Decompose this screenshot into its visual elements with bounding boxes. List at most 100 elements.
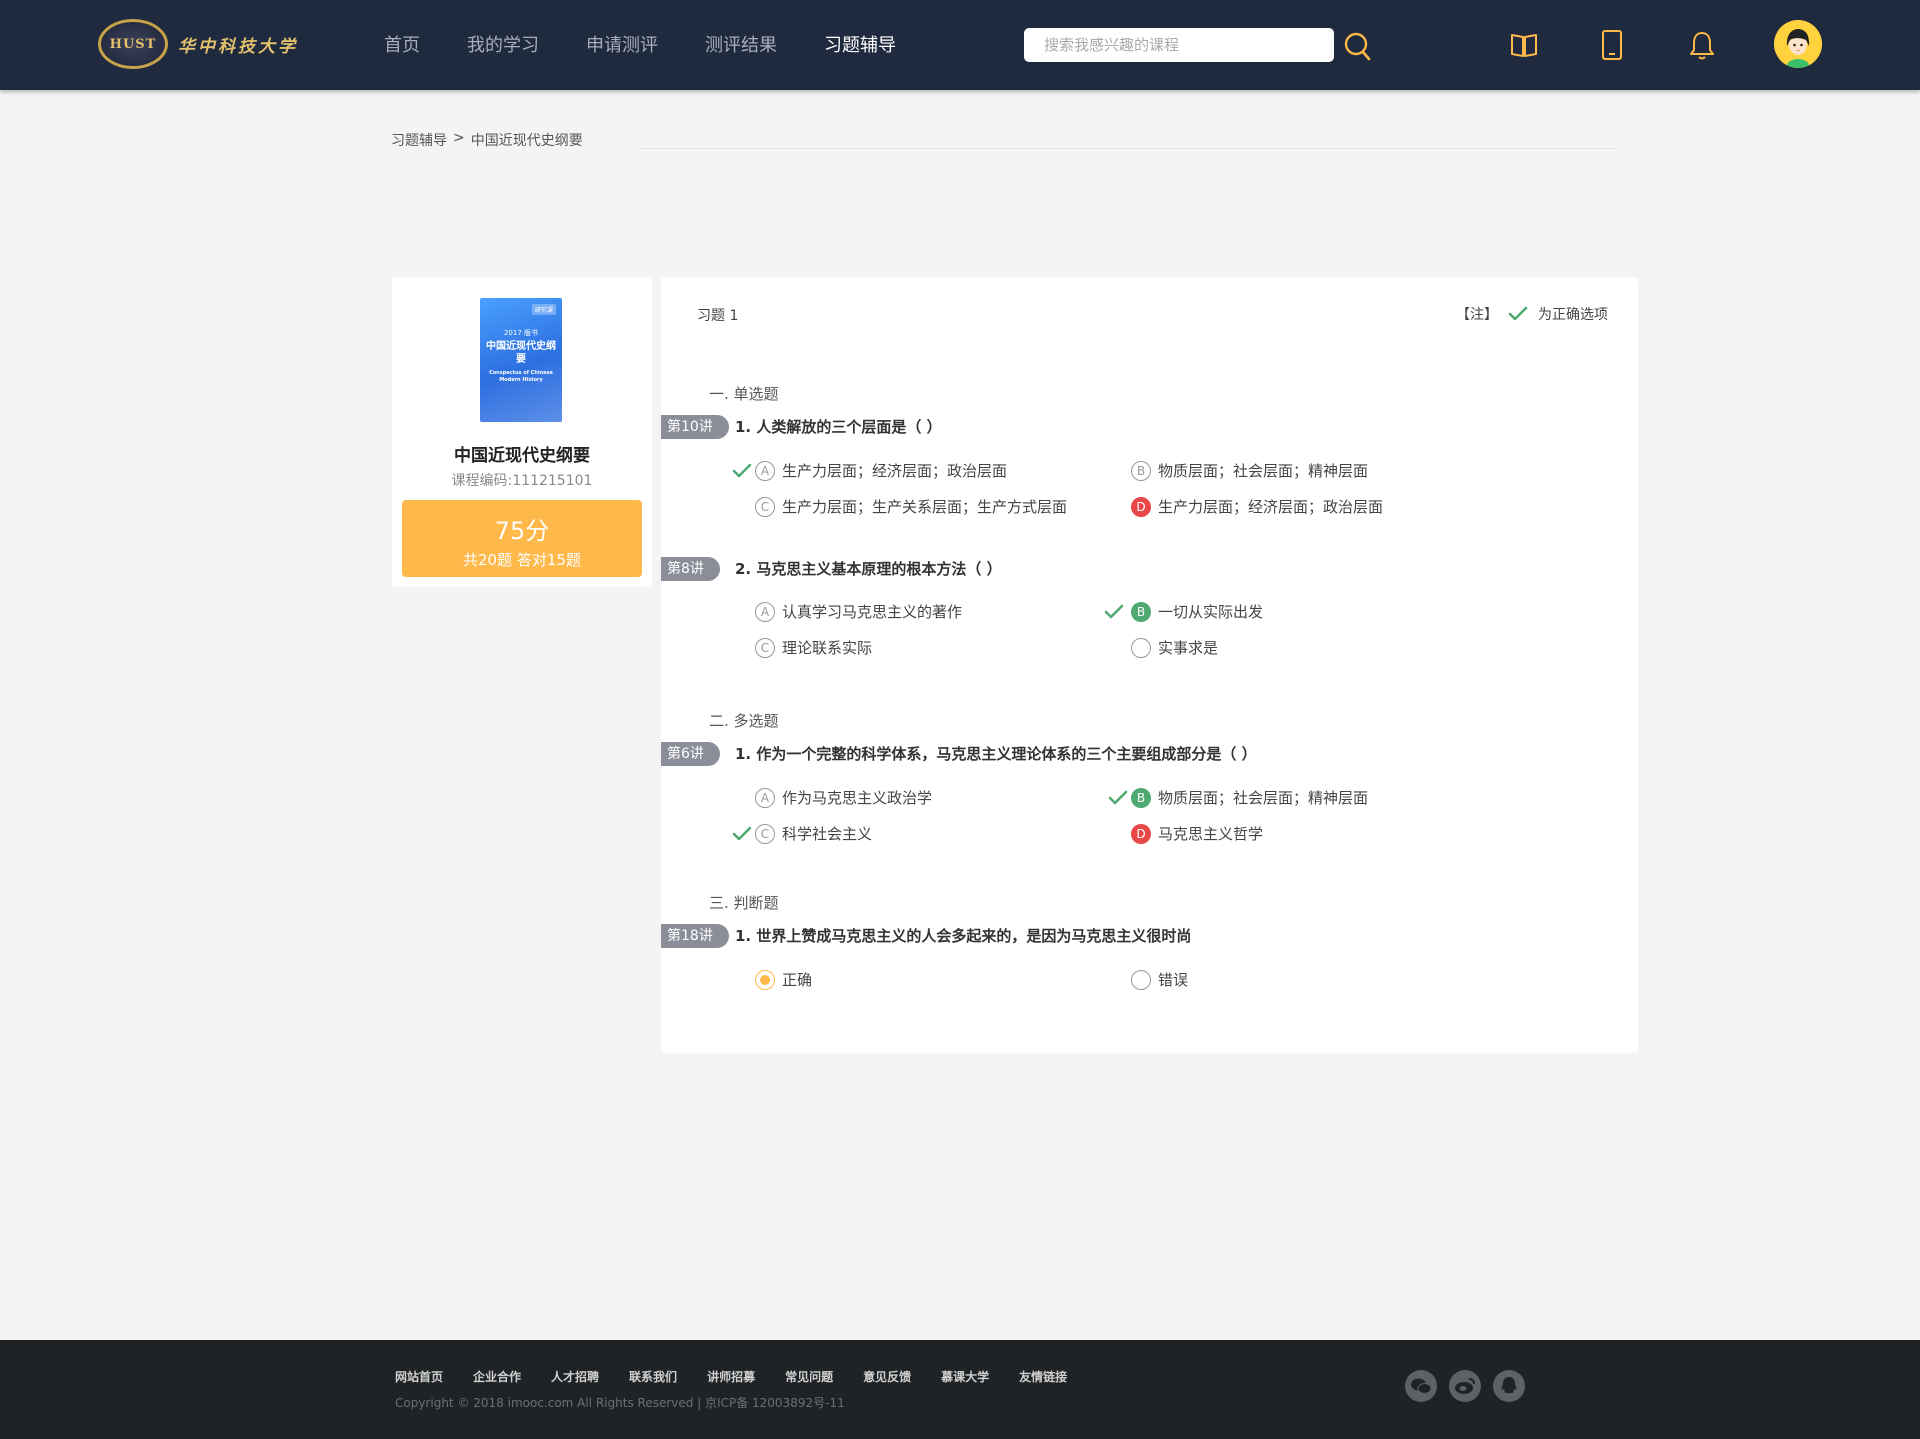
course-summary-card: 研究课 2017 版书 中国近现代史纲要 Conspectus of Chine… — [392, 277, 652, 587]
nav-item-home[interactable]: 首页 — [384, 31, 420, 57]
course-code: 课程编码:111215101 — [451, 473, 593, 489]
footer-link-contact[interactable]: 联系我们 — [629, 1368, 677, 1385]
qq-icon[interactable] — [1493, 1370, 1525, 1402]
question-text: 1. 人类解放的三个层面是（ ） — [735, 418, 942, 436]
nav-item-exercise-tutoring[interactable]: 习题辅导 — [824, 31, 896, 57]
option-b-selected-correct[interactable]: B 物质层面；社会层面；精神层面 — [1131, 787, 1368, 808]
option-b-selected-correct[interactable]: B 一切从实际出发 — [1131, 601, 1263, 622]
quiz-panel: 习题 1 【注】 为正确选项 一. 单选题 第10讲 1. 人类解放的三个层面是… — [661, 277, 1638, 1053]
option-letter-b: B — [1131, 787, 1151, 808]
option-a[interactable]: A 作为马克思主义政治学 — [755, 787, 932, 808]
section-title-true-false: 三. 判断题 — [709, 894, 779, 912]
breadcrumb: 习题辅导 > 中国近现代史纲要 — [391, 130, 583, 150]
option-d[interactable]: 实事求是 — [1131, 637, 1218, 658]
top-navbar: HUST 华中科技大学 首页 我的学习 申请测评 测评结果 习题辅导 — [0, 0, 1920, 90]
option-text: 理论联系实际 — [782, 639, 873, 657]
nav-item-assessment-results[interactable]: 测评结果 — [705, 31, 777, 57]
option-text: 错误 — [1158, 971, 1189, 989]
footer-link-feedback[interactable]: 意见反馈 — [863, 1368, 911, 1385]
legend-prefix: 【注】 — [1456, 307, 1498, 323]
nav-item-my-learning[interactable]: 我的学习 — [467, 31, 539, 57]
correct-checkmark-icon — [732, 463, 752, 478]
checkmark-icon — [1508, 306, 1528, 321]
option-letter-d: D — [1131, 496, 1151, 517]
lecture-tag: 第18讲 — [661, 924, 729, 948]
search-icon[interactable] — [1344, 31, 1372, 63]
score-summary: 75分 共20题 答对15题 — [402, 500, 642, 577]
option-letter-d — [1131, 637, 1151, 658]
footer-link-faq[interactable]: 常见问题 — [785, 1368, 833, 1385]
lecture-tag: 第6讲 — [661, 742, 720, 766]
footer-link-lecturer-recruit[interactable]: 讲师招募 — [707, 1368, 755, 1385]
radio-unselected-icon — [1131, 969, 1151, 990]
question-text: 1. 作为一个完整的科学体系，马克思主义理论体系的三个主要组成部分是（ ） — [735, 745, 1257, 763]
option-c[interactable]: C 生产力层面；生产关系层面；生产方式层面 — [755, 496, 1067, 517]
university-logo[interactable]: HUST 华中科技大学 — [98, 19, 298, 69]
footer-link-mooc-university[interactable]: 慕课大学 — [941, 1368, 989, 1385]
option-c[interactable]: C 科学社会主义 — [755, 823, 872, 844]
option-text: 一切从实际出发 — [1158, 603, 1264, 621]
cover-tag: 研究课 — [531, 304, 556, 315]
course-cover-image[interactable]: 研究课 2017 版书 中国近现代史纲要 Conspectus of Chine… — [480, 298, 562, 422]
score-detail: 共20题 答对15题 — [463, 551, 581, 569]
option-letter-a: A — [755, 601, 775, 622]
cover-year: 2017 版书 — [503, 329, 539, 337]
breadcrumb-current: 中国近现代史纲要 — [470, 133, 583, 149]
lecture-tag: 第10讲 — [661, 415, 729, 439]
weibo-icon[interactable] — [1449, 1370, 1481, 1402]
option-true-radio[interactable]: 正确 — [755, 969, 812, 990]
main-nav: 首页 我的学习 申请测评 测评结果 习题辅导 — [384, 31, 943, 57]
option-text: 生产力层面；生产关系层面；生产方式层面 — [782, 498, 1068, 516]
option-text: 马克思主义哲学 — [1158, 825, 1264, 843]
footer-link-careers[interactable]: 人才招聘 — [551, 1368, 599, 1385]
footer-link-friend-links[interactable]: 友情链接 — [1019, 1368, 1067, 1385]
option-letter-a: A — [755, 460, 775, 481]
option-text: 物质层面；社会层面；精神层面 — [1158, 462, 1369, 480]
option-text: 作为马克思主义政治学 — [782, 789, 933, 807]
option-text: 科学社会主义 — [782, 825, 873, 843]
radio-selected-icon — [755, 969, 775, 990]
breadcrumb-separator: > — [453, 130, 465, 146]
university-name: 华中科技大学 — [178, 36, 298, 57]
score-value: 75分 — [494, 517, 550, 545]
option-b[interactable]: B 物质层面；社会层面；精神层面 — [1131, 460, 1368, 481]
mobile-icon[interactable] — [1594, 27, 1630, 63]
option-letter-c: C — [755, 637, 775, 658]
option-letter-b: B — [1131, 601, 1151, 622]
option-letter-a: A — [755, 787, 775, 808]
option-false-radio[interactable]: 错误 — [1131, 969, 1188, 990]
question-text: 1. 世界上赞成马克思主义的人会多起来的，是因为马克思主义很时尚 — [735, 927, 1192, 945]
option-d-selected-wrong[interactable]: D 马克思主义哲学 — [1131, 823, 1263, 844]
breadcrumb-parent-link[interactable]: 习题辅导 — [391, 130, 447, 150]
footer-link-home[interactable]: 网站首页 — [395, 1368, 443, 1385]
university-emblem-icon: HUST — [98, 19, 168, 69]
footer: 网站首页 企业合作 人才招聘 联系我们 讲师招募 常见问题 意见反馈 慕课大学 … — [0, 1340, 1920, 1439]
option-text: 实事求是 — [1158, 639, 1219, 657]
option-letter-c: C — [755, 496, 775, 517]
wechat-icon[interactable] — [1405, 1370, 1437, 1402]
lecture-tag: 第8讲 — [661, 557, 720, 581]
cover-title: 中国近现代史纲要 — [486, 341, 556, 365]
correct-checkmark-icon — [1104, 604, 1124, 619]
nav-item-apply-assessment[interactable]: 申请测评 — [586, 31, 658, 57]
option-d-selected-wrong[interactable]: D 生产力层面；经济层面；政治层面 — [1131, 496, 1383, 517]
user-avatar[interactable] — [1774, 20, 1822, 68]
option-letter-d: D — [1131, 823, 1151, 844]
option-text: 生产力层面；经济层面；政治层面 — [782, 462, 1008, 480]
book-icon[interactable] — [1506, 27, 1542, 63]
course-name: 中国近现代史纲要 — [454, 446, 590, 466]
option-letter-b: B — [1131, 460, 1151, 481]
option-c[interactable]: C 理论联系实际 — [755, 637, 872, 658]
legend: 【注】 为正确选项 — [1456, 304, 1608, 324]
option-text: 生产力层面；经济层面；政治层面 — [1158, 498, 1384, 516]
legend-text: 为正确选项 — [1538, 307, 1608, 323]
course-search-input[interactable] — [1024, 28, 1334, 62]
correct-checkmark-icon — [732, 826, 752, 841]
option-a[interactable]: A 生产力层面；经济层面；政治层面 — [755, 460, 1007, 481]
breadcrumb-divider — [638, 148, 1616, 149]
section-title-single-choice: 一. 单选题 — [709, 385, 779, 403]
cover-subtitle: Conspectus of Chinese Modern History — [489, 370, 553, 383]
option-a[interactable]: A 认真学习马克思主义的著作 — [755, 601, 962, 622]
bell-icon[interactable] — [1684, 27, 1720, 63]
footer-link-business[interactable]: 企业合作 — [473, 1368, 521, 1385]
